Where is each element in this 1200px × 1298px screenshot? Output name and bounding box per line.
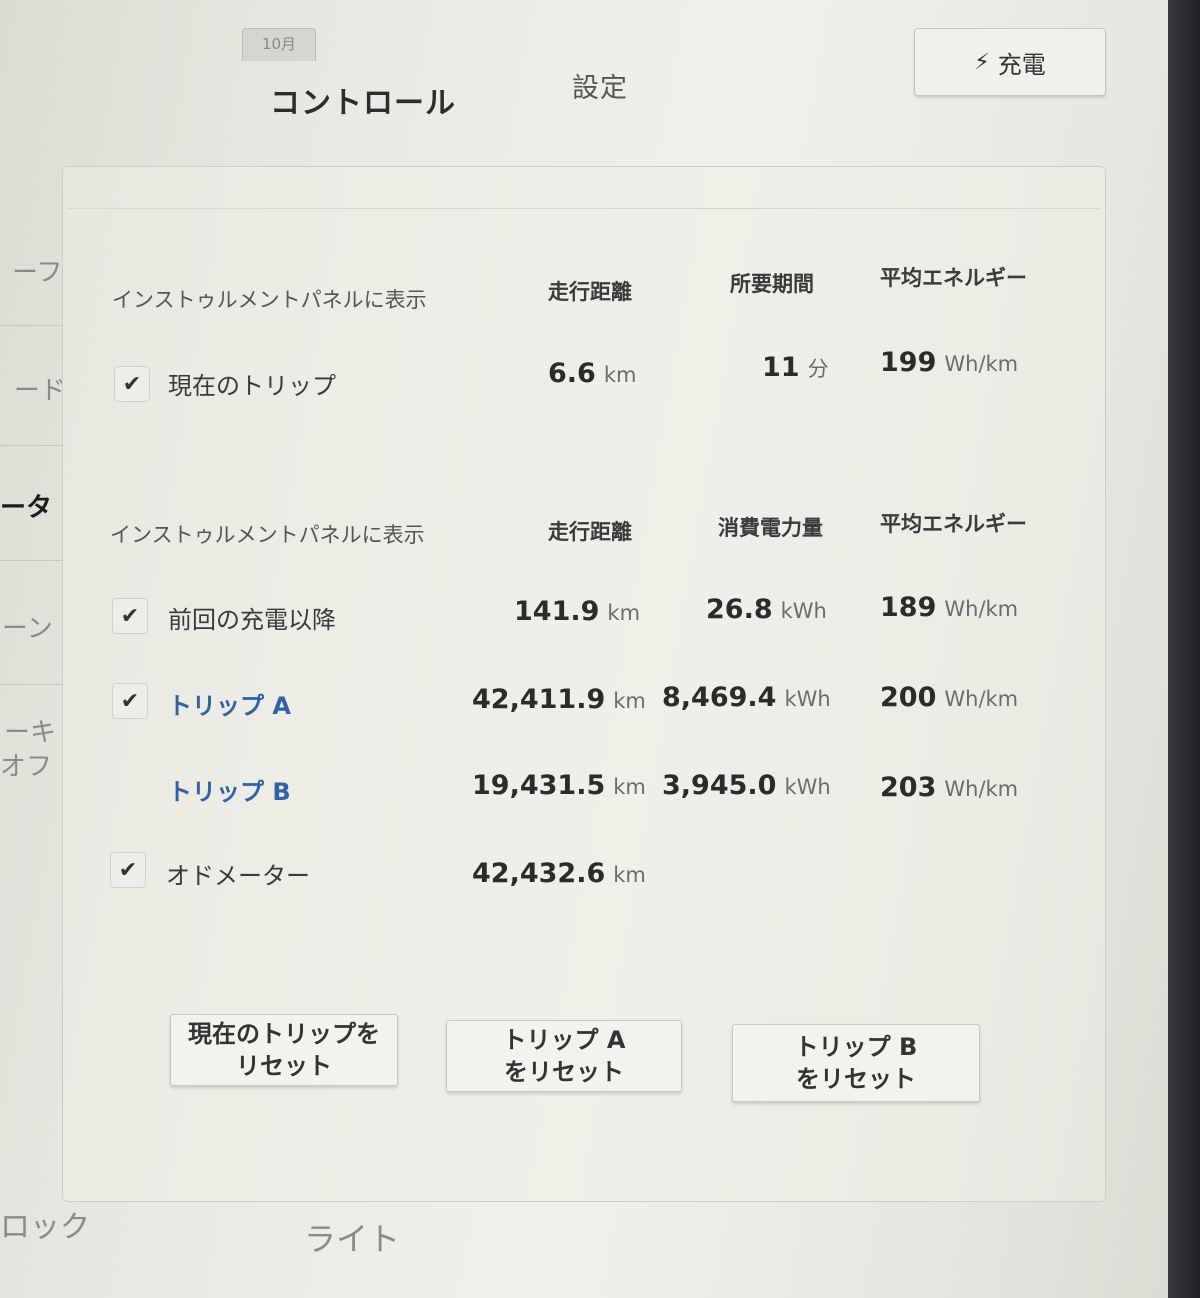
trip-a-distance: 42,411.9 km <box>472 684 646 715</box>
checkbox-since-last-charge[interactable]: ✔ <box>112 598 148 634</box>
current-trip-distance: 6.6 km <box>548 358 637 389</box>
bolt-icon: ⚡ <box>974 49 990 75</box>
trip-a-consumption: 8,469.4 kWh <box>662 682 831 713</box>
reset-b-line2: をリセット <box>796 1065 916 1093</box>
sidebar-item-5[interactable]: ーキ <box>4 712 56 749</box>
section2-col-consumption: 消費電力量 <box>718 516 823 540</box>
sidebar-item-active[interactable]: ータ <box>0 487 52 524</box>
checkbox-trip-a[interactable]: ✔ <box>112 683 148 719</box>
section1-col-energy: 平均エネルギー <box>880 266 1027 290</box>
check-icon: ✔ <box>120 603 140 629</box>
since-charge-consumption: 26.8 kWh <box>706 594 827 625</box>
check-icon: ✔ <box>120 688 140 714</box>
reset-current-trip-button[interactable]: 現在のトリップを リセット <box>170 1014 398 1086</box>
reset-a-line1: トリップ A <box>502 1026 626 1054</box>
trip-a-energy: 200 Wh/km <box>880 682 1019 713</box>
reset-trip-a-button[interactable]: トリップ A をリセット <box>446 1020 682 1092</box>
sidebar-divider <box>0 684 66 685</box>
tab-controls[interactable]: コントロール <box>270 78 456 122</box>
current-trip-section <box>68 208 1100 447</box>
sidebar-divider <box>0 445 66 446</box>
odometer-distance: 42,432.6 km <box>472 858 646 889</box>
check-icon: ✔ <box>118 857 138 883</box>
row-label-odometer: オドメーター <box>166 862 310 890</box>
row-label-trip-b[interactable]: トリップ B <box>168 772 291 807</box>
section2-col-energy: 平均エネルギー <box>880 512 1027 536</box>
section1-col-distance: 走行距離 <box>548 280 632 304</box>
sidebar-item-1[interactable]: ーフ <box>12 252 62 289</box>
current-trip-energy: 199 Wh/km <box>880 347 1019 378</box>
sidebar-divider <box>0 325 66 326</box>
since-charge-energy: 189 Wh/km <box>880 592 1019 623</box>
section1-col-duration: 所要期間 <box>730 272 814 296</box>
nav-lights[interactable]: ライト <box>304 1214 400 1260</box>
charge-button-label: 充電 <box>997 50 1046 79</box>
sidebar-item-lock[interactable]: ロック <box>0 1202 90 1246</box>
trip-b-consumption: 3,945.0 kWh <box>662 770 831 801</box>
tab-settings[interactable]: 設定 <box>572 66 628 105</box>
sidebar-item-4[interactable]: ーン <box>2 608 53 645</box>
checkbox-current-trip[interactable]: ✔ <box>114 366 150 402</box>
reset-trip-b-button[interactable]: トリップ B をリセット <box>732 1024 980 1102</box>
current-trip-duration: 11 分 <box>762 352 829 383</box>
screen: 10月 コントロール 設定 ⚡ 充電 ーフ ード ータ ーン ーキ オフ ロック… <box>0 0 1168 1298</box>
reset-current-line1: 現在のトリップを <box>188 1020 380 1048</box>
device-bezel <box>1168 0 1200 1298</box>
reset-a-line2: をリセット <box>504 1058 624 1086</box>
charge-button[interactable]: ⚡ 充電 <box>914 28 1106 96</box>
row-label-current-trip: 現在のトリップ <box>168 372 336 400</box>
sidebar-item-5-sub: オフ <box>0 752 53 782</box>
checkbox-odometer[interactable]: ✔ <box>110 852 146 888</box>
section2-header: インストゥルメントパネルに表示 <box>110 523 425 547</box>
section1-header: インストゥルメントパネルに表示 <box>112 288 427 312</box>
section2-col-distance: 走行距離 <box>548 520 632 544</box>
reset-b-line1: トリップ B <box>794 1033 918 1061</box>
sidebar-divider <box>0 560 66 561</box>
reset-current-line2: リセット <box>236 1052 332 1080</box>
since-charge-distance: 141.9 km <box>514 596 641 627</box>
check-icon: ✔ <box>122 371 142 397</box>
row-label-trip-a[interactable]: トリップ A <box>168 686 291 721</box>
top-header: コントロール 設定 ⚡ 充電 <box>0 0 1168 140</box>
row-label-since-last-charge: 前回の充電以降 <box>168 606 336 634</box>
trip-b-distance: 19,431.5 km <box>472 770 646 801</box>
sidebar-item-2[interactable]: ード <box>14 370 66 407</box>
trip-b-energy: 203 Wh/km <box>880 772 1019 803</box>
